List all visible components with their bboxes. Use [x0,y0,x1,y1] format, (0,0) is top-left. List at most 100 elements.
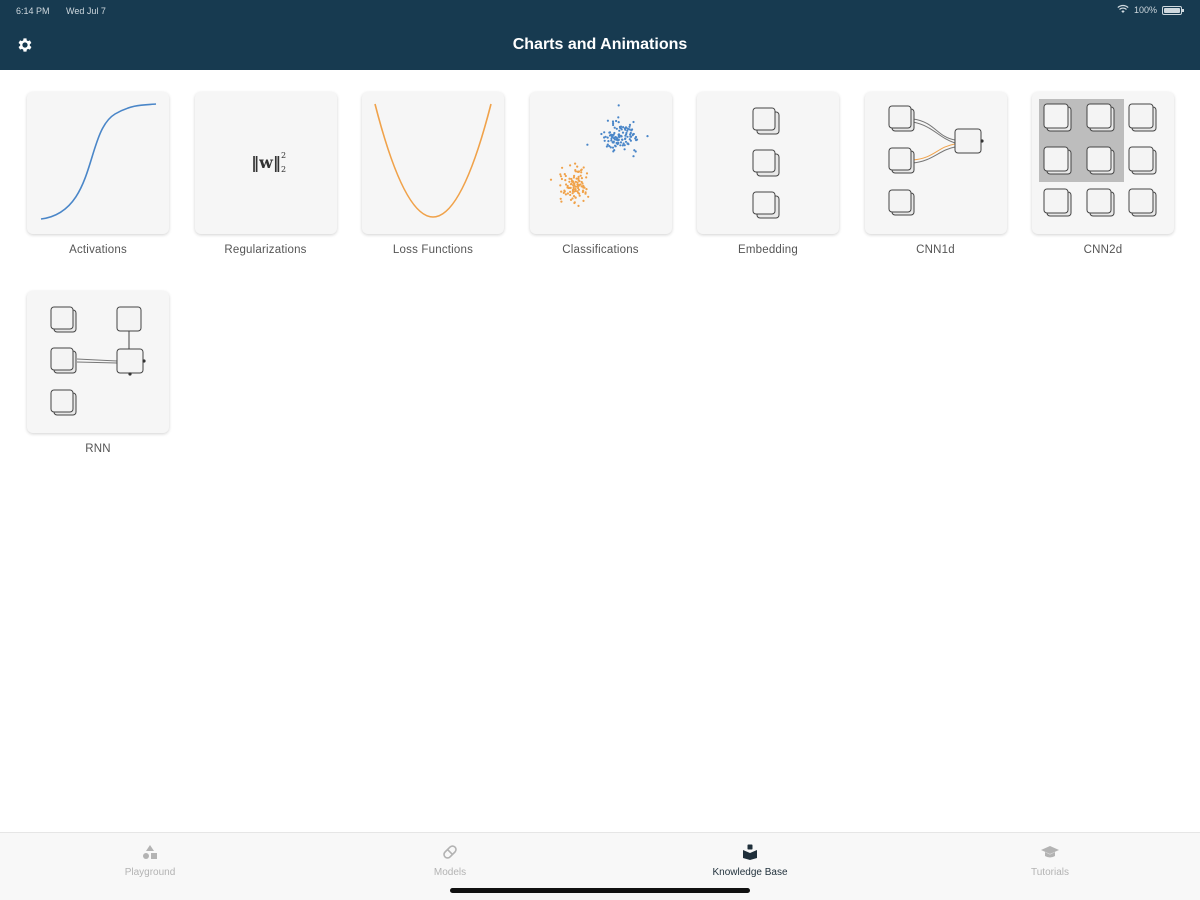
scatter-point [614,145,617,148]
tab-playground[interactable]: Playground [50,843,250,878]
scatter-point [559,190,562,193]
scatter-point [626,143,629,146]
scatter-point [611,146,614,149]
scatter-point [568,193,571,197]
scatter-point [615,141,618,145]
scatter-point [582,166,585,169]
tab-tutorials[interactable]: Tutorials [950,843,1150,878]
scatter-point [581,199,585,202]
grid-cell [1128,188,1154,214]
grid-cell [1043,146,1069,172]
scatter-point [631,120,635,124]
norm-formula-icon: ‖w‖ 2 2 [251,151,286,174]
home-indicator[interactable] [450,888,750,893]
scatter-point [573,162,576,165]
graduation-cap-icon [950,843,1150,863]
tab-knowledge-base[interactable]: Knowledge Base [650,843,850,878]
scatter-point [559,197,562,200]
scatter-point [559,175,562,178]
svg-text:2: 2 [281,165,286,174]
scatter-point [609,137,613,140]
scatter-point [571,192,574,195]
tile-embedding[interactable]: Embedding [697,92,839,256]
scatter-point [625,135,629,138]
tile-activations[interactable]: Activations [27,92,169,256]
scatter-point [628,123,631,126]
scatter-point [632,149,635,152]
scatter-point [566,192,569,195]
scatter-point [571,180,574,183]
scatter-point [575,170,579,173]
scatter-point [624,126,627,129]
book-icon [650,843,850,863]
wifi-icon [1117,4,1129,16]
scatter-point [620,135,623,138]
scatter-point [579,174,582,177]
svg-text:2: 2 [281,151,286,160]
cnn2d-grid-icon [1039,99,1157,217]
tile-label: Classifications [562,244,639,256]
scatter-point [576,204,580,207]
scatter-clusters-icon [549,104,649,207]
scatter-point [624,140,627,143]
scatter-point [549,178,552,181]
scatter-point [613,138,616,141]
tile-loss-functions[interactable]: Loss Functions [362,92,504,256]
grid-cell [1043,103,1069,129]
app-root: 6:14 PM Wed Jul 7 100% Charts and Animat… [0,0,1200,900]
scatter-point [628,133,631,136]
scatter-point [560,166,563,169]
scatter-point [635,138,638,141]
tile-rnn[interactable]: RNN [27,291,169,455]
scatter-point [567,177,571,180]
tile-cnn1d[interactable]: CNN1d [864,92,1007,256]
scatter-point [632,132,635,136]
scatter-point [645,135,649,138]
scatter-point [562,189,565,192]
scatter-point [576,185,579,188]
tile-card: ‖w‖ 2 2 [194,92,337,234]
scatter-point [623,148,626,151]
page-title: Charts and Animations [512,36,688,53]
scatter-point [574,180,577,183]
tile-cnn2d[interactable]: CNN2d [1032,92,1174,256]
scatter-point [625,129,628,132]
scatter-point [575,165,578,168]
status-time: 6:14 PM [16,6,50,16]
scatter-point [576,177,579,180]
scatter-point [584,188,588,191]
scatter-point [580,177,583,180]
parabola-curve-icon [374,103,492,218]
scatter-point [562,191,565,194]
scatter-point [559,200,562,203]
scatter-point [627,125,631,128]
scatter-point [610,133,613,136]
status-date: Wed Jul 7 [66,6,106,16]
tile-card [1032,92,1174,234]
scatter-point [629,139,632,142]
scatter-point [564,174,567,178]
scatter-point [560,177,563,181]
scatter-point [630,128,633,131]
tab-models[interactable]: Models [350,843,550,878]
scatter-point [614,119,617,123]
nav-bar: Charts and Animations [0,22,1200,70]
status-bar: 6:14 PM Wed Jul 7 100% [0,0,1200,22]
scatter-point [605,145,608,148]
scatter-point [599,132,602,136]
tile-regularizations[interactable]: ‖w‖ 2 2 Regularizations [194,92,337,256]
scatter-point [580,182,584,185]
scatter-point [583,192,587,195]
scatter-point [568,190,571,193]
tile-label: Embedding [738,244,798,256]
tile-label: CNN1d [916,244,955,256]
tile-classifications[interactable]: Classifications [529,92,672,256]
scatter-point [585,172,588,175]
scatter-point [623,144,626,147]
scatter-point [564,183,567,186]
scatter-point [572,182,575,185]
scatter-point [564,193,567,196]
tile-label: Loss Functions [392,244,474,256]
scatter-point [569,183,572,186]
scatter-point [572,184,575,187]
